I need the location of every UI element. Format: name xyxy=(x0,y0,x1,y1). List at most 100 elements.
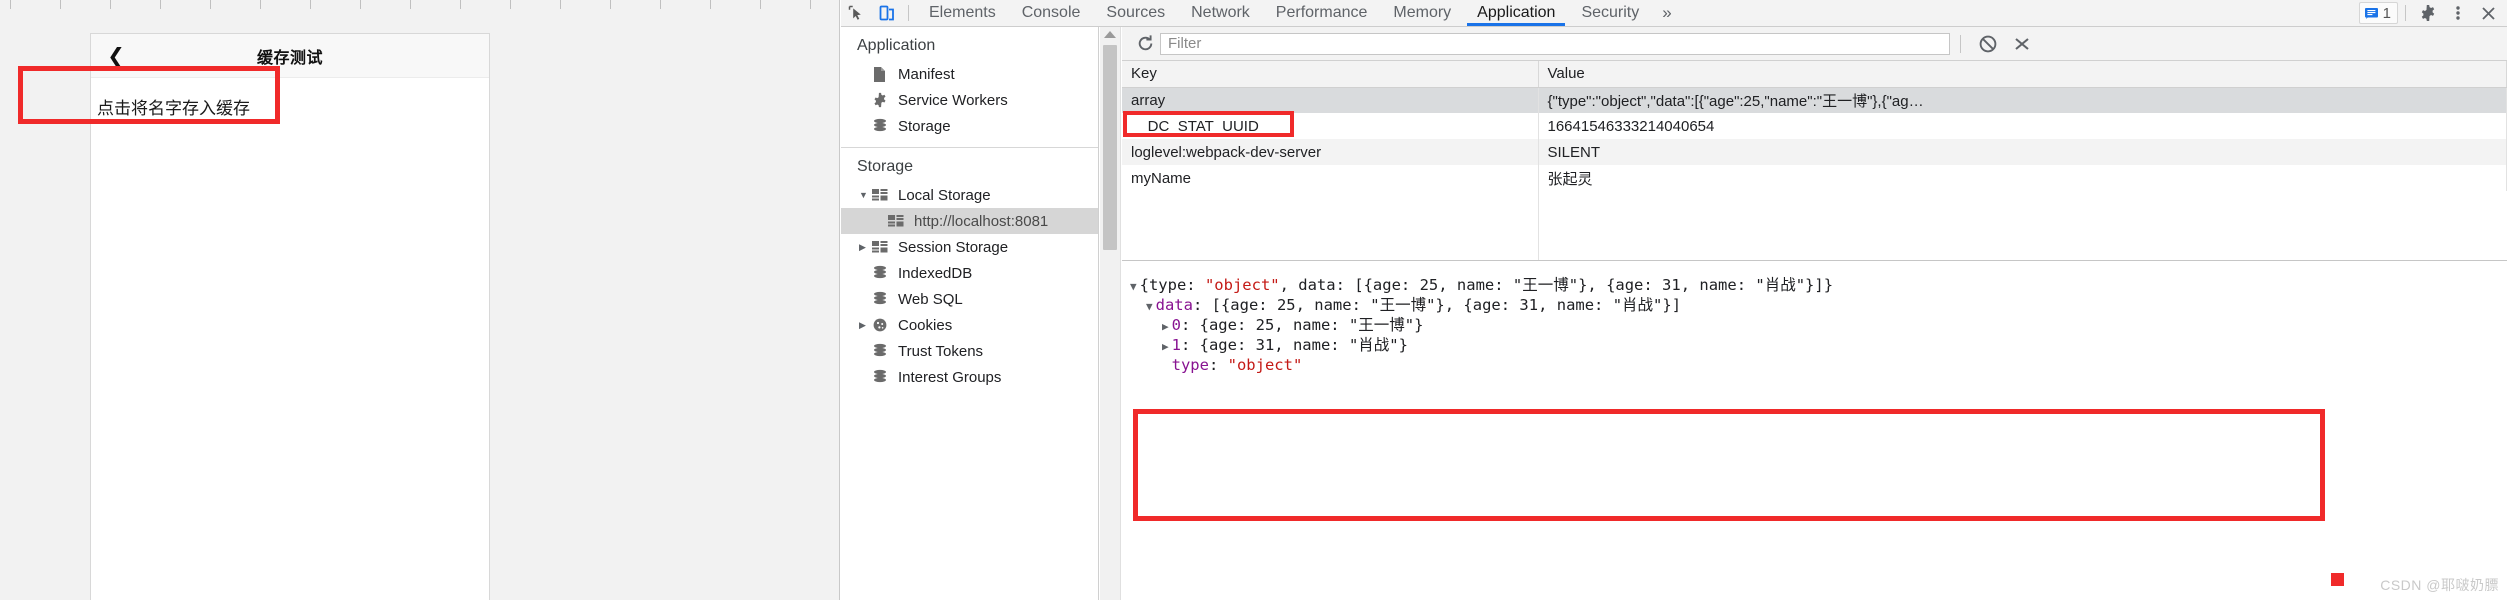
chevron-right-icon[interactable]: ▶ xyxy=(1162,340,1169,353)
ruler-tick xyxy=(510,0,511,9)
app-navbar: ❮ 缓存测试 xyxy=(91,34,489,78)
device-ruler xyxy=(0,0,839,9)
tab-application[interactable]: Application xyxy=(1464,0,1568,26)
database-icon xyxy=(872,343,894,359)
ruler-tick xyxy=(310,0,311,9)
sidebar-item-indexeddb[interactable]: ▶ IndexedDB xyxy=(841,260,1098,286)
column-header-key[interactable]: Key xyxy=(1122,61,1539,88)
device-toolbar-icon[interactable] xyxy=(871,0,901,26)
application-sidebar[interactable]: Application ▶ Manifest ▶ Service Workers xyxy=(841,27,1099,600)
sidebar-item-trust-tokens[interactable]: ▶ Trust Tokens xyxy=(841,338,1098,364)
cell-key[interactable]: loglevel:webpack-dev-server xyxy=(1122,139,1539,165)
twisty-spacer: ▶ xyxy=(859,69,872,80)
preview-token: "object" xyxy=(1227,356,1303,374)
toolbar-divider-right xyxy=(2405,5,2406,21)
ruler-tick xyxy=(710,0,711,9)
sidebar-item-web-sql[interactable]: ▶ Web SQL xyxy=(841,286,1098,312)
chevron-down-icon[interactable]: ▼ xyxy=(1146,300,1153,313)
database-icon xyxy=(872,118,894,134)
cookie-icon xyxy=(872,317,894,333)
preview-token: : {age: 25, name: "王一博"} xyxy=(1180,316,1424,334)
sidebar-item-cookies[interactable]: ▶ Cookies xyxy=(841,312,1098,338)
database-icon xyxy=(872,291,894,307)
preview-token: : {age: 31, name: "肖战"} xyxy=(1180,336,1408,354)
sidebar-item-label: Trust Tokens xyxy=(898,342,984,360)
chevron-right-icon[interactable]: ▶ xyxy=(1162,320,1169,333)
inspect-element-icon[interactable] xyxy=(841,0,871,26)
cell-key[interactable]: array xyxy=(1122,87,1539,113)
sidebar-item-label: Interest Groups xyxy=(898,368,1002,386)
chevron-double-right-icon[interactable]: » xyxy=(1652,3,1681,23)
ruler-tick xyxy=(810,0,811,9)
ruler-tick xyxy=(260,0,261,9)
clear-all-icon[interactable] xyxy=(1971,30,2005,58)
tab-performance[interactable]: Performance xyxy=(1263,0,1381,26)
tab-network[interactable]: Network xyxy=(1178,0,1263,26)
table-row[interactable]: __DC_STAT_UUID 16641546333214040654 xyxy=(1122,113,2507,139)
chevron-down-icon[interactable]: ▼ xyxy=(859,190,872,200)
ruler-tick xyxy=(660,0,661,9)
chevron-right-icon[interactable]: ▶ xyxy=(859,242,872,253)
table-row[interactable]: myName 张起灵 xyxy=(1122,165,2507,191)
cell-value[interactable]: 16641546333214040654 xyxy=(1538,113,2507,139)
sidebar-item-local-storage[interactable]: ▼ Local Storage xyxy=(841,182,1098,208)
chevron-down-icon[interactable]: ▼ xyxy=(1130,280,1137,293)
chevron-right-icon[interactable]: ▶ xyxy=(859,320,872,331)
local-storage-panel: Key Value array {"type":"object","data":… xyxy=(1122,27,2507,600)
cell-value[interactable]: {"type":"object","data":[{"age":25,"name… xyxy=(1538,87,2507,113)
cell-value[interactable]: 张起灵 xyxy=(1538,165,2507,191)
ruler-tick xyxy=(460,0,461,9)
column-header-value[interactable]: Value xyxy=(1538,61,2507,88)
twisty-spacer: ▶ xyxy=(875,216,888,227)
tab-elements[interactable]: Elements xyxy=(916,0,1009,26)
gear-icon[interactable] xyxy=(2413,0,2443,26)
database-icon xyxy=(872,265,894,281)
kebab-menu-icon[interactable] xyxy=(2443,0,2473,26)
tab-memory[interactable]: Memory xyxy=(1380,0,1464,26)
sidebar-item-label: Manifest xyxy=(898,65,955,83)
scroll-up-arrow-icon[interactable] xyxy=(1104,31,1116,38)
preview-token: : xyxy=(1208,356,1228,374)
value-preview-pane: ▼ {type: "object", data: [{age: 25, name:… xyxy=(1122,260,2507,600)
refresh-icon[interactable] xyxy=(1130,30,1160,58)
scrollbar-thumb[interactable] xyxy=(1103,45,1117,250)
sidebar-scrollbar[interactable] xyxy=(1100,27,1121,600)
tab-sources[interactable]: Sources xyxy=(1093,0,1178,26)
close-icon[interactable] xyxy=(2473,0,2503,26)
tab-console[interactable]: Console xyxy=(1009,0,1094,26)
table-row[interactable]: loglevel:webpack-dev-server SILENT xyxy=(1122,139,2507,165)
ruler-tick xyxy=(760,0,761,9)
ruler-tick xyxy=(610,0,611,9)
page-title: 缓存测试 xyxy=(256,50,323,67)
table-row[interactable]: array {"type":"object","data":[{"age":25… xyxy=(1122,87,2507,113)
sidebar-item-interest-groups[interactable]: ▶ Interest Groups xyxy=(841,364,1098,390)
emulated-page-pane: ❮ 缓存测试 点击将名字存入缓存 xyxy=(0,0,840,600)
sidebar-item-session-storage[interactable]: ▶ Session Storage xyxy=(841,234,1098,260)
cell-key[interactable]: __DC_STAT_UUID xyxy=(1122,113,1539,139)
message-badge-icon[interactable]: 1 xyxy=(2358,2,2398,24)
sidebar-item-label: Session Storage xyxy=(898,238,1009,256)
delete-selected-icon[interactable] xyxy=(2005,30,2039,58)
ruler-tick xyxy=(210,0,211,9)
ruler-tick xyxy=(360,0,361,9)
filter-input[interactable] xyxy=(1160,32,1950,55)
table-icon xyxy=(872,240,894,254)
table-icon xyxy=(888,214,910,228)
preview-line: ▼ {type: "object", data: [{age: 25, name:… xyxy=(1130,275,2507,295)
storage-main-area: Key Value array {"type":"object","data":… xyxy=(1100,27,2507,600)
sidebar-item-manifest[interactable]: ▶ Manifest xyxy=(841,61,1098,87)
twisty-spacer: ▶ xyxy=(859,372,872,383)
ruler-tick xyxy=(110,0,111,9)
sidebar-item-label: Storage xyxy=(898,117,951,135)
preview-line: ▶type: "object" xyxy=(1130,355,2507,375)
cell-key[interactable]: myName xyxy=(1122,165,1539,191)
sidebar-item-localhost-8081[interactable]: ▶ http://localhost:8081 xyxy=(841,208,1098,234)
cell-value[interactable]: SILENT xyxy=(1538,139,2507,165)
tab-security[interactable]: Security xyxy=(1568,0,1652,26)
device-viewport: ❮ 缓存测试 点击将名字存入缓存 xyxy=(90,33,490,600)
sidebar-item-label: Service Workers xyxy=(898,91,1008,109)
sidebar-item-service-workers[interactable]: ▶ Service Workers xyxy=(841,87,1098,113)
save-name-to-cache-button[interactable]: 点击将名字存入缓存 xyxy=(91,78,489,119)
ruler-tick xyxy=(160,0,161,9)
sidebar-item-storage[interactable]: ▶ Storage xyxy=(841,113,1098,139)
